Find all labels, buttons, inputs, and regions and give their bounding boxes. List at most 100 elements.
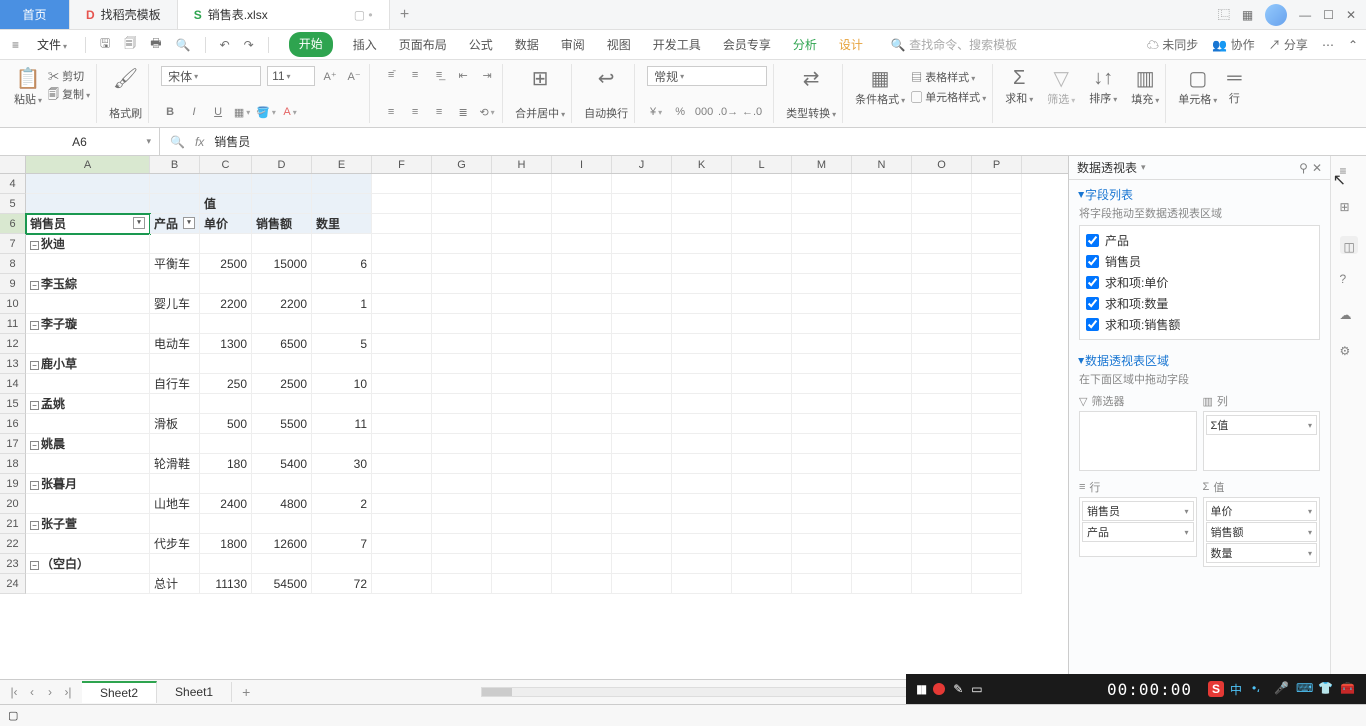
cell[interactable] [372,234,432,254]
convert-button[interactable]: 类型转换 [786,105,836,121]
cell[interactable] [372,174,432,194]
cell[interactable] [672,234,732,254]
cell[interactable] [732,254,792,274]
cell[interactable]: 2500 [200,254,252,274]
cell[interactable] [372,394,432,414]
sheet-add[interactable]: + [232,684,260,700]
cell[interactable] [612,494,672,514]
row-header[interactable]: 17 [0,434,26,454]
cell[interactable] [792,274,852,294]
cell[interactable] [912,334,972,354]
cell[interactable] [372,534,432,554]
cell[interactable] [552,374,612,394]
cell[interactable] [432,454,492,474]
collapse-icon[interactable]: − [30,481,39,490]
table-style-button[interactable]: ▤ 表格样式 [911,69,986,85]
cell[interactable] [492,394,552,414]
cell[interactable] [492,254,552,274]
cell[interactable] [912,234,972,254]
cell[interactable]: 5500 [252,414,312,434]
collapse-icon[interactable]: − [30,281,39,290]
cell[interactable] [912,494,972,514]
cell[interactable] [252,194,312,214]
sort-icon[interactable]: ↓↑ [1089,67,1117,90]
format-painter-button[interactable]: 格式刷 [109,105,142,121]
cell[interactable] [972,214,1022,234]
cell[interactable] [552,214,612,234]
file-menu[interactable]: 文件 [29,34,75,55]
cond-format-button[interactable]: 条件格式 [855,91,905,107]
field-checkbox[interactable] [1086,234,1099,247]
cell[interactable] [912,554,972,574]
col-header-O[interactable]: O [912,156,972,173]
cell[interactable]: 电动车 [150,334,200,354]
menu-tab-view[interactable]: 视图 [605,32,633,57]
align-center-icon[interactable]: ≡ [406,103,424,121]
redo-icon[interactable]: ↷ [240,36,258,54]
cell[interactable] [372,514,432,534]
col-header-K[interactable]: K [672,156,732,173]
increase-font-icon[interactable]: A⁺ [321,67,339,85]
col-header-H[interactable]: H [492,156,552,173]
sum-button[interactable]: 求和 [1005,90,1033,106]
merge-icon[interactable]: ⊞ [532,66,549,91]
cell[interactable] [912,374,972,394]
cell[interactable] [972,394,1022,414]
collapse-icon[interactable]: − [30,441,39,450]
hamburger-icon[interactable]: ≡ [8,36,23,54]
cell[interactable] [552,194,612,214]
row-header[interactable]: 15 [0,394,26,414]
cell[interactable] [672,554,732,574]
cell[interactable] [200,174,252,194]
align-bottom-icon[interactable]: ≡̲ [430,66,448,84]
menu-tab-dev[interactable]: 开发工具 [651,32,703,57]
sum-icon[interactable]: Σ [1005,67,1033,90]
row-header[interactable]: 18 [0,454,26,474]
cell[interactable] [732,434,792,454]
menu-tab-insert[interactable]: 插入 [351,32,379,57]
border-icon[interactable]: ▦ [233,103,251,121]
collapse-icon[interactable]: − [30,401,39,410]
cell[interactable] [432,374,492,394]
cell[interactable] [492,234,552,254]
cell[interactable] [552,454,612,474]
name-box[interactable]: A6 [0,128,160,155]
cell[interactable] [552,254,612,274]
cell[interactable] [312,554,372,574]
area-chip[interactable]: 单价 [1206,501,1318,521]
cell[interactable] [852,374,912,394]
share-button[interactable]: ↗ 分享 [1269,36,1308,53]
cell[interactable] [150,274,200,294]
cell[interactable]: 30 [312,454,372,474]
cell[interactable] [852,574,912,594]
col-header-J[interactable]: J [612,156,672,173]
cell[interactable] [972,574,1022,594]
cell[interactable] [852,314,912,334]
cell[interactable] [252,274,312,294]
cell[interactable] [792,254,852,274]
wrap-button[interactable]: 自动换行 [584,105,628,121]
italic-icon[interactable]: I [185,103,203,121]
fill-color-icon[interactable]: 🪣 [257,103,275,121]
wrap-icon[interactable]: ↩ [598,66,615,91]
cell[interactable] [552,474,612,494]
cell[interactable] [372,494,432,514]
cell[interactable] [552,554,612,574]
cell[interactable] [552,394,612,414]
col-header-I[interactable]: I [552,156,612,173]
row-header[interactable]: 8 [0,254,26,274]
cell[interactable] [252,514,312,534]
merge-button[interactable]: 合并居中 [515,105,565,121]
cell[interactable] [852,234,912,254]
mic-icon[interactable]: 🎤 [1274,681,1290,697]
cell[interactable] [612,214,672,234]
cell[interactable] [432,234,492,254]
cell[interactable] [852,454,912,474]
cell[interactable] [200,354,252,374]
avatar[interactable] [1265,4,1287,26]
cell[interactable] [552,174,612,194]
save-icon[interactable]: 🖫 [96,32,114,57]
col-header-E[interactable]: E [312,156,372,173]
cell[interactable] [312,474,372,494]
cell[interactable] [792,394,852,414]
